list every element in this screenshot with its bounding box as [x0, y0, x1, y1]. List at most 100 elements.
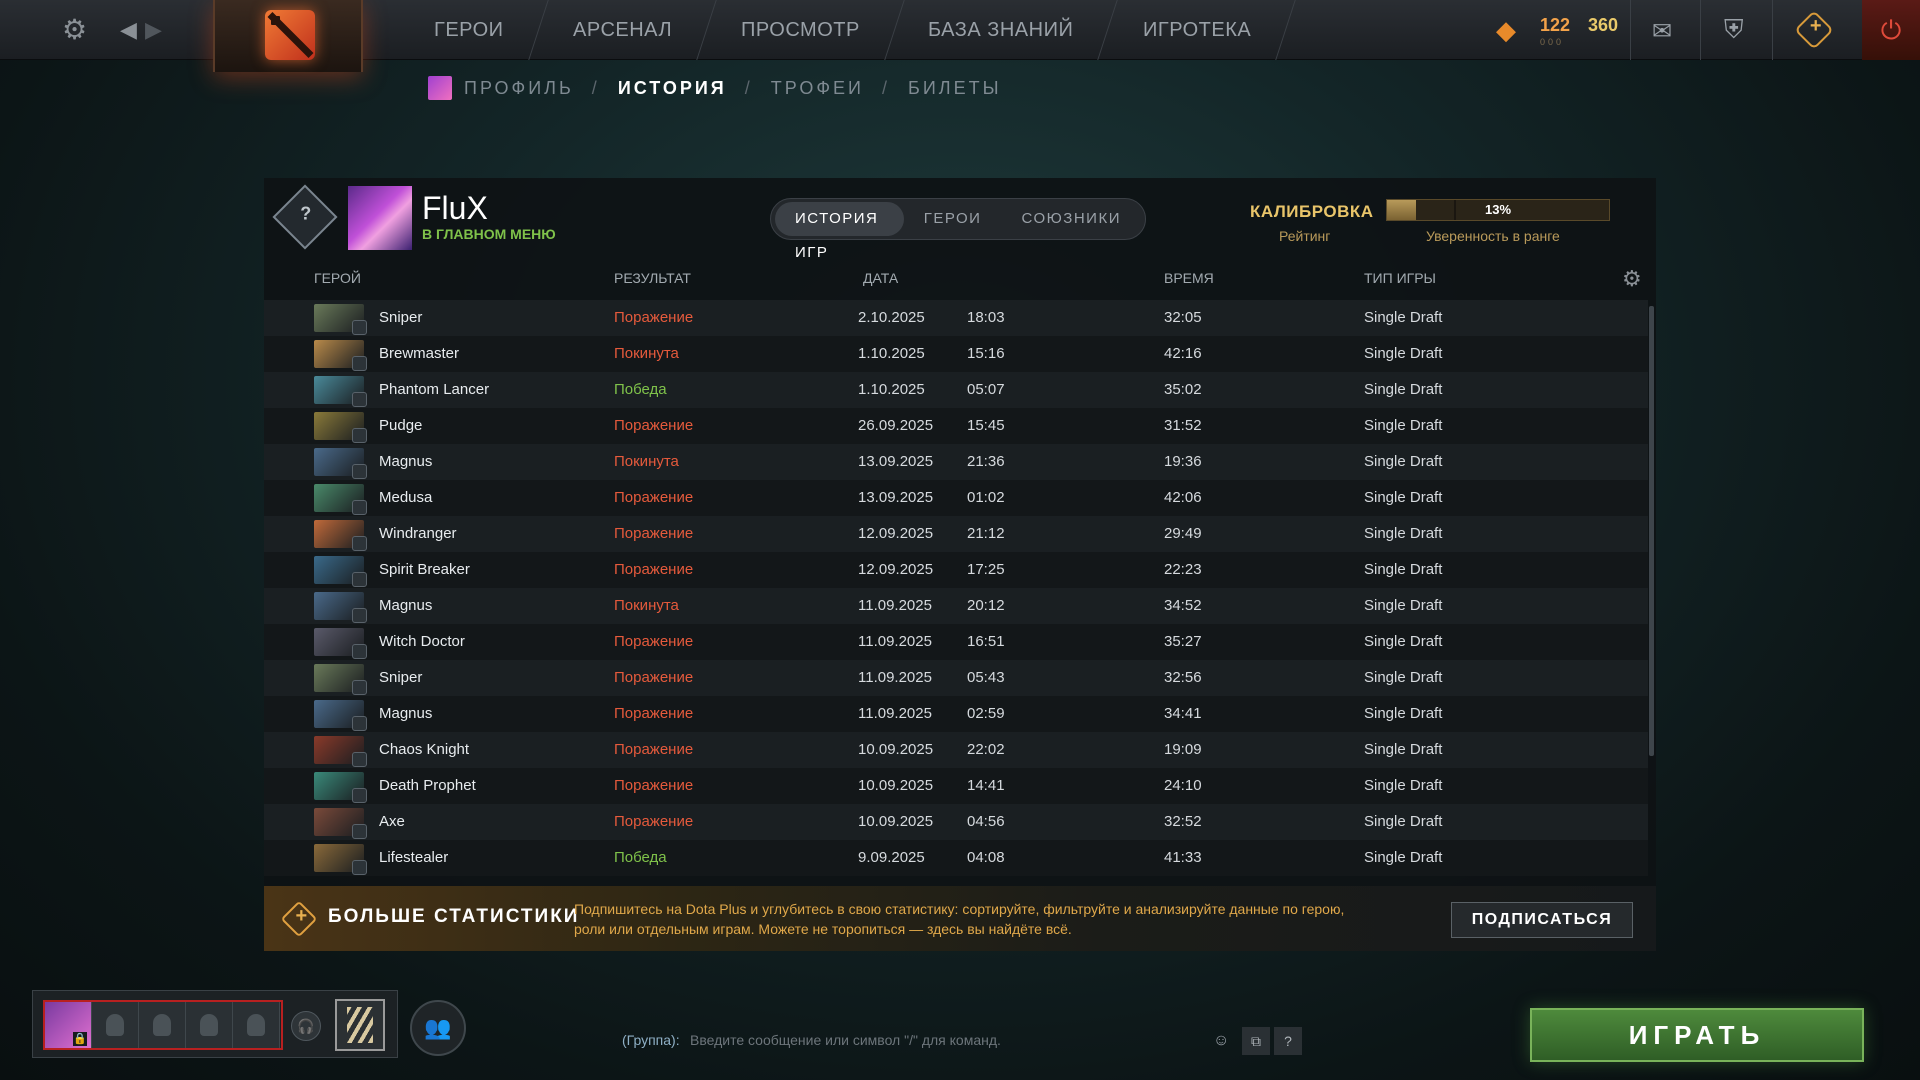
table-row[interactable]: Magnus Покинута 13.09.2025 21:36 19:36 Single… [264, 444, 1648, 480]
table-row[interactable]: Sniper Поражение 2.10.2025 18:03 32:05 Single… [264, 300, 1648, 336]
role-icon [352, 824, 367, 839]
settings-gear-icon[interactable]: ⚙ [62, 12, 87, 48]
header-mode[interactable]: ТИП ИГРЫ [1364, 270, 1436, 286]
scrollbar[interactable] [1649, 306, 1654, 756]
breadcrumb-avatar [428, 76, 452, 100]
party-bar: 🔒 🎧 [32, 990, 398, 1058]
nav-watch[interactable]: ПРОСМОТР [696, 0, 905, 60]
match-date: 10.09.2025 [858, 777, 934, 794]
chat-help-button[interactable]: ? [1274, 1027, 1302, 1055]
player-name: FluX [422, 190, 488, 226]
party-slot-self[interactable]: 🔒 [45, 1002, 92, 1048]
table-row[interactable]: Witch Doctor Поражение 11.09.2025 16:51 35:2… [264, 624, 1648, 660]
table-row[interactable]: Chaos Knight Поражение 10.09.2025 22:02 19:0… [264, 732, 1648, 768]
match-result: Поражение [614, 417, 694, 434]
hero-name: Death Prophet [379, 777, 476, 794]
party-slot-empty[interactable] [92, 1002, 139, 1048]
tab-heroes[interactable]: ГЕРОИ [904, 202, 1002, 236]
dota-plus-icon [280, 900, 318, 938]
game-mode: Single Draft [1364, 669, 1443, 686]
match-date: 11.09.2025 [858, 669, 932, 686]
hero-name: Axe [379, 813, 405, 830]
party-slot-empty[interactable] [139, 1002, 186, 1048]
table-row[interactable]: Death Prophet Поражение 10.09.2025 14:41 24:… [264, 768, 1648, 804]
crumb-profile[interactable]: ПРОФИЛЬ [464, 78, 574, 99]
person-icon [106, 1014, 124, 1036]
role-icon [352, 320, 367, 335]
header-hero[interactable]: ГЕРОЙ [314, 270, 361, 286]
role-icon [352, 788, 367, 803]
party-emblem-icon[interactable] [335, 999, 385, 1051]
header-duration[interactable]: ВРЕМЯ [1164, 270, 1214, 286]
chat-input[interactable]: Введите сообщение или символ "/" для ком… [690, 1032, 1001, 1048]
match-result: Победа [614, 849, 667, 866]
table-row[interactable]: Windranger Поражение 12.09.2025 21:12 29:49 S… [264, 516, 1648, 552]
header-date[interactable]: ДАТА [863, 270, 898, 286]
friends-group-icon[interactable]: 👥 [410, 1000, 466, 1056]
header-result[interactable]: РЕЗУЛЬТАТ [614, 270, 691, 286]
table-row[interactable]: Magnus Покинута 11.09.2025 20:12 34:52 Single… [264, 588, 1648, 624]
match-time: 15:16 [967, 345, 1005, 362]
hero-name: Magnus [379, 705, 433, 722]
match-date: 26.09.2025 [858, 417, 934, 434]
dota-logo-button[interactable] [213, 0, 363, 72]
table-row[interactable]: Lifestealer Победа 9.09.2025 04:08 41:33 Sing… [264, 840, 1648, 876]
tab-allies[interactable]: СОЮЗНИКИ [1001, 202, 1141, 236]
nav-arcade[interactable]: ИГРОТЕКА [1099, 0, 1296, 60]
game-mode: Single Draft [1364, 597, 1443, 614]
rank-badge-icon[interactable]: ? [272, 184, 338, 250]
game-mode: Single Draft [1364, 417, 1443, 434]
power-icon[interactable]: ⏻ [1862, 0, 1920, 60]
shards-icon[interactable]: ◆ [1496, 16, 1524, 44]
subscribe-button[interactable]: ПОДПИСАТЬСЯ [1451, 902, 1633, 938]
nav-armory[interactable]: АРСЕНАЛ [528, 0, 717, 60]
role-icon [352, 464, 367, 479]
mail-icon[interactable]: ✉ [1652, 17, 1672, 46]
nav-learn[interactable]: БАЗА ЗНАНИЙ [884, 0, 1119, 60]
table-settings-gear-icon[interactable]: ⚙ [1622, 266, 1642, 292]
hero-name: Sniper [379, 669, 423, 686]
banner-text: Подпишитесь на Dota Plus и углубитесь в … [574, 901, 1345, 937]
party-slot-empty[interactable] [186, 1002, 233, 1048]
banner-title: БОЛЬШЕ СТАТИСТИКИ [328, 906, 580, 927]
table-row[interactable]: Sniper Поражение 11.09.2025 05:43 32:56 Singl… [264, 660, 1648, 696]
crumb-trophies[interactable]: ТРОФЕИ [771, 78, 864, 99]
game-mode: Single Draft [1364, 525, 1443, 542]
avatar[interactable] [348, 186, 412, 250]
match-date: 12.09.2025 [858, 561, 934, 578]
match-date: 11.09.2025 [858, 633, 932, 650]
crumb-separator: / [744, 77, 753, 98]
match-result: Поражение [614, 309, 694, 326]
table-row[interactable]: Axe Поражение 10.09.2025 04:56 32:52 Single D… [264, 804, 1648, 840]
divider [1772, 0, 1773, 60]
table-header: ГЕРОЙ РЕЗУЛЬТАТ ДАТА ВРЕМЯ ТИП ИГРЫ [264, 270, 1656, 294]
match-result: Поражение [614, 777, 694, 794]
back-arrow-icon[interactable]: ◀ [120, 12, 137, 48]
table-row[interactable]: Pudge Поражение 26.09.2025 15:45 31:52 Single… [264, 408, 1648, 444]
role-icon [352, 536, 367, 551]
match-result: Покинута [614, 453, 679, 470]
crumb-tickets[interactable]: БИЛЕТЫ [908, 78, 1002, 99]
table-row[interactable]: Brewmaster Покинута 1.10.2025 15:16 42:16 Sin… [264, 336, 1648, 372]
emoji-icon[interactable]: ☺ [1213, 1032, 1229, 1050]
voice-chat-icon[interactable]: 🎧 [291, 1011, 321, 1041]
table-row[interactable]: Spirit Breaker Поражение 12.09.2025 17:25 22… [264, 552, 1648, 588]
match-time: 20:12 [967, 597, 1005, 614]
party-slots: 🔒 [43, 1000, 283, 1050]
chat-popout-icon[interactable]: ⧉ [1242, 1027, 1270, 1055]
game-mode: Single Draft [1364, 561, 1443, 578]
table-row[interactable]: Magnus Поражение 11.09.2025 02:59 34:41 Singl… [264, 696, 1648, 732]
party-slot-empty[interactable] [233, 1002, 280, 1048]
crumb-history[interactable]: ИСТОРИЯ [618, 78, 727, 99]
armory-shield-icon[interactable]: ⛨ [1724, 14, 1744, 46]
table-row[interactable]: Medusa Поражение 13.09.2025 01:02 42:06 Singl… [264, 480, 1648, 516]
shards-count: 122 [1540, 15, 1571, 35]
nav-heroes[interactable]: ГЕРОИ [390, 0, 549, 60]
tab-match-history[interactable]: ИСТОРИЯ ИГР [775, 202, 904, 261]
match-result: Поражение [614, 813, 694, 830]
table-row[interactable]: Phantom Lancer Победа 1.10.2025 05:07 35:02 S… [264, 372, 1648, 408]
person-icon [153, 1014, 171, 1036]
play-button[interactable]: ИГРАТЬ [1530, 1008, 1864, 1062]
forward-arrow-icon[interactable]: ▶ [145, 12, 162, 48]
dota-plus-icon[interactable] [1794, 10, 1834, 50]
